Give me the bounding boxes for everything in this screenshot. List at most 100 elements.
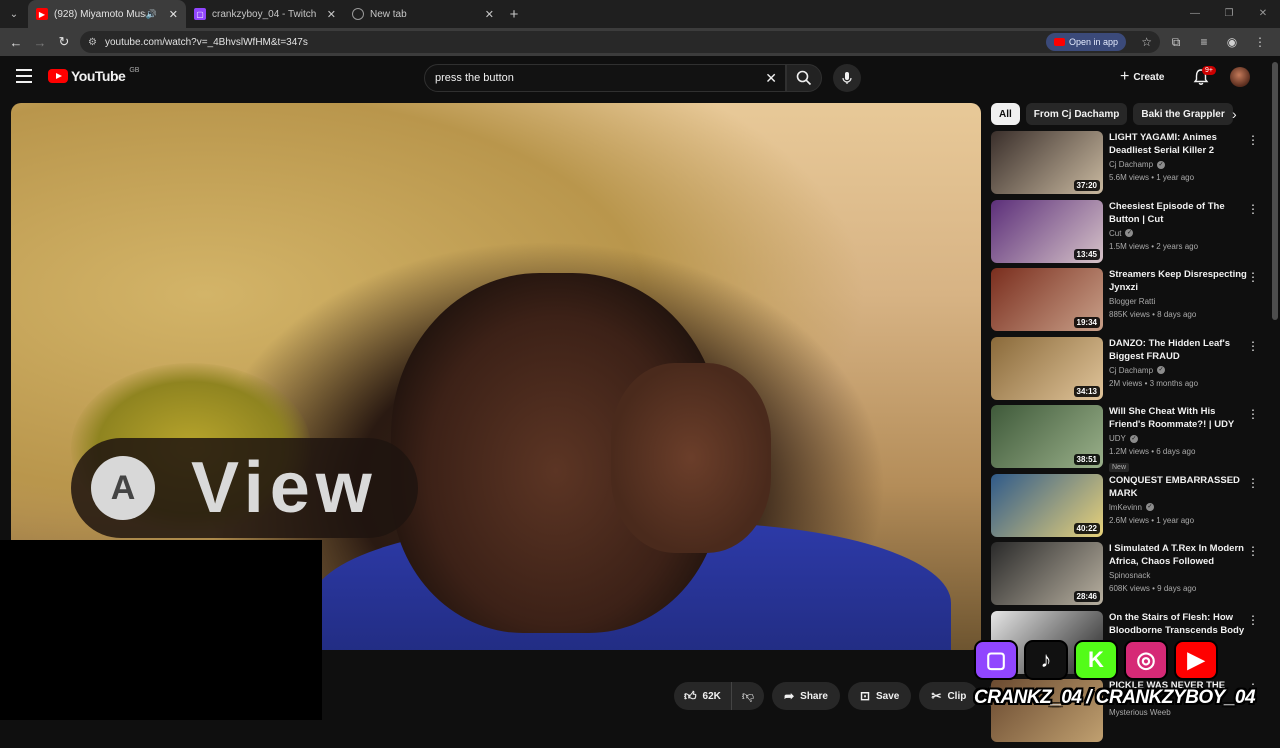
tab-close-icon[interactable]: ✕ (327, 8, 336, 21)
tab-title: (928) Miyamoto Musashi D (54, 8, 146, 20)
chip-all[interactable]: All (991, 103, 1020, 125)
video-title[interactable]: I Simulated A T.Rex In Modern Africa, Ch… (1109, 542, 1249, 568)
video-thumbnail[interactable]: 40:22 (991, 473, 1103, 537)
browser-tab-twitch[interactable]: ▢ crankzyboy_04 - Twitch ✕ (186, 0, 344, 28)
account-avatar[interactable] (1230, 67, 1250, 87)
tab-close-icon[interactable]: ✕ (169, 8, 178, 21)
recommendation-item[interactable]: 40:22 CONQUEST EMBARRASSED MARK lmKevinn… (991, 473, 1267, 543)
recommendation-item[interactable]: 38:51 Will She Cheat With His Friend's R… (991, 405, 1267, 474)
twitch-icon: ▢ (974, 640, 1018, 680)
channel-name-text: lmKevinn (1109, 502, 1142, 512)
channel-name[interactable]: Cj Dachamp ✓ (1109, 160, 1249, 169)
video-title[interactable]: On the Stairs of Flesh: How Bloodborne T… (1109, 611, 1249, 637)
channel-name[interactable]: lmKevinn ✓ (1109, 503, 1249, 512)
dislike-button[interactable]: 👎︎ (732, 682, 764, 710)
recommendation-item[interactable]: 13:45 Cheesiest Episode of The Button | … (991, 199, 1267, 269)
notification-count-badge: 9+ (1202, 66, 1216, 75)
channel-name[interactable]: Cj Dachamp ✓ (1109, 366, 1249, 375)
recommendation-item[interactable]: 37:20 LIGHT YAGAMI: Animes Deadliest Ser… (991, 131, 1267, 200)
search-button[interactable] (786, 64, 822, 92)
video-title[interactable]: Will She Cheat With His Friend's Roommat… (1109, 405, 1249, 431)
channel-name-text: Cut (1109, 228, 1122, 238)
extensions-icon[interactable]: ⧉ (1162, 35, 1190, 50)
back-icon[interactable]: ← (4, 35, 28, 50)
channel-name[interactable]: UDY ✓ (1109, 434, 1249, 443)
reload-icon[interactable]: ↻ (52, 34, 76, 50)
video-title[interactable]: DANZO: The Hidden Leaf's Biggest FRAUD (1109, 337, 1249, 363)
video-thumbnail[interactable]: 13:45 (991, 199, 1103, 263)
more-options-icon[interactable]: ⋮ (1247, 407, 1259, 421)
video-duration: 13:45 (1073, 248, 1100, 260)
site-info-icon[interactable]: ⚙ (88, 37, 97, 48)
more-options-icon[interactable]: ⋮ (1247, 270, 1259, 284)
browser-tab-youtube[interactable]: ▶ (928) Miyamoto Musashi D 🔊 ✕ (28, 0, 186, 28)
new-tab-button[interactable]: + (502, 6, 526, 23)
video-thumbnail[interactable]: 28:46 (991, 542, 1103, 605)
bookmark-star-icon[interactable]: ☆ (1141, 35, 1152, 49)
kick-icon: K (1074, 640, 1118, 680)
save-button[interactable]: ⊡ Save (847, 682, 912, 710)
channel-name[interactable]: Spinosnack (1109, 571, 1249, 580)
recommendation-item[interactable]: 34:13 DANZO: The Hidden Leaf's Biggest F… (991, 336, 1267, 406)
video-thumbnail[interactable]: 19:34 (991, 268, 1103, 331)
video-title[interactable]: Cheesiest Episode of The Button | Cut (1109, 200, 1249, 226)
more-options-icon[interactable]: ⋮ (1247, 544, 1259, 558)
recommendation-item[interactable]: 19:34 Streamers Keep Disrespecting Jynxz… (991, 268, 1267, 337)
tab-search-icon[interactable]: ⌄ (0, 0, 28, 28)
video-title[interactable]: Streamers Keep Disrespecting Jynxzi (1109, 268, 1249, 294)
a-button-icon: A (91, 456, 155, 520)
forward-icon[interactable]: → (28, 35, 52, 50)
video-info: Cheesiest Episode of The Button | Cut Cu… (1109, 200, 1249, 269)
share-button[interactable]: ➦ Share (772, 682, 840, 710)
minimize-icon[interactable]: — (1178, 0, 1212, 28)
video-duration: 40:22 (1073, 522, 1100, 534)
chip-baki[interactable]: Baki the Grappler (1133, 103, 1233, 125)
video-info: I Simulated A T.Rex In Modern Africa, Ch… (1109, 542, 1249, 611)
recommendation-item[interactable]: 28:46 I Simulated A T.Rex In Modern Afri… (991, 542, 1267, 611)
video-duration: 19:34 (1073, 317, 1100, 328)
address-bar[interactable]: ⚙ youtube.com/watch?v=_4BhvslWfHM&t=347s… (80, 31, 1160, 53)
close-window-icon[interactable]: ✕ (1246, 0, 1280, 28)
audio-playing-icon[interactable]: 🔊 (146, 9, 157, 20)
streamer-watermark: ▢ ♪ K ◎ ▶ CRANKZ_04 / CRANKZYBOY_04 (970, 637, 1280, 720)
search-input[interactable]: press the button ✕ (424, 64, 786, 92)
more-options-icon[interactable]: ⋮ (1247, 476, 1259, 490)
video-thumbnail[interactable]: 34:13 (991, 336, 1103, 400)
restore-icon[interactable]: ❐ (1212, 0, 1246, 28)
browser-tab-newtab[interactable]: New tab ✕ (344, 0, 502, 28)
more-options-icon[interactable]: ⋮ (1247, 202, 1259, 216)
channel-name[interactable]: Cut ✓ (1109, 229, 1249, 238)
channel-name[interactable]: Blogger Ratti (1109, 297, 1249, 306)
browser-menu-icon[interactable]: ⋮ (1246, 35, 1274, 49)
youtube-header: YouTube GB press the button ✕ + Create 9… (0, 56, 1280, 100)
chevron-right-icon[interactable]: › (1232, 106, 1237, 122)
video-title[interactable]: CONQUEST EMBARRASSED MARK (1109, 474, 1249, 500)
open-in-app-button[interactable]: Open in app (1045, 33, 1126, 51)
profile-icon[interactable]: ◉ (1218, 35, 1246, 49)
media-controls-icon[interactable]: ≡ (1190, 35, 1218, 49)
more-options-icon[interactable]: ⋮ (1247, 613, 1259, 627)
video-thumbnail[interactable]: 37:20 (991, 131, 1103, 194)
create-label: Create (1133, 71, 1165, 83)
youtube-logo[interactable]: YouTube GB (48, 67, 139, 84)
menu-icon[interactable] (16, 69, 32, 83)
more-options-icon[interactable]: ⋮ (1247, 339, 1259, 353)
verified-check-icon: ✓ (1157, 160, 1166, 169)
youtube-icon (1053, 38, 1065, 46)
more-options-icon[interactable]: ⋮ (1247, 133, 1259, 147)
like-dislike-group: 👍︎ 62K 👎︎ (674, 682, 765, 710)
verified-check-icon: ✓ (1145, 503, 1154, 511)
like-count: 62K (702, 690, 721, 702)
scrollbar[interactable] (1272, 62, 1278, 320)
clear-search-icon[interactable]: ✕ (765, 70, 777, 87)
voice-search-button[interactable] (833, 64, 861, 92)
microphone-icon (842, 72, 852, 84)
video-title[interactable]: LIGHT YAGAMI: Animes Deadliest Serial Ki… (1109, 131, 1249, 157)
like-button[interactable]: 👍︎ 62K (674, 682, 732, 710)
chip-from-channel[interactable]: From Cj Dachamp (1025, 103, 1128, 125)
create-button[interactable]: + Create (1120, 66, 1164, 88)
share-label: Share (800, 690, 828, 702)
tab-close-icon[interactable]: ✕ (485, 8, 494, 21)
video-thumbnail[interactable]: 38:51 (991, 405, 1103, 468)
youtube-icon: ▶ (1174, 640, 1218, 680)
